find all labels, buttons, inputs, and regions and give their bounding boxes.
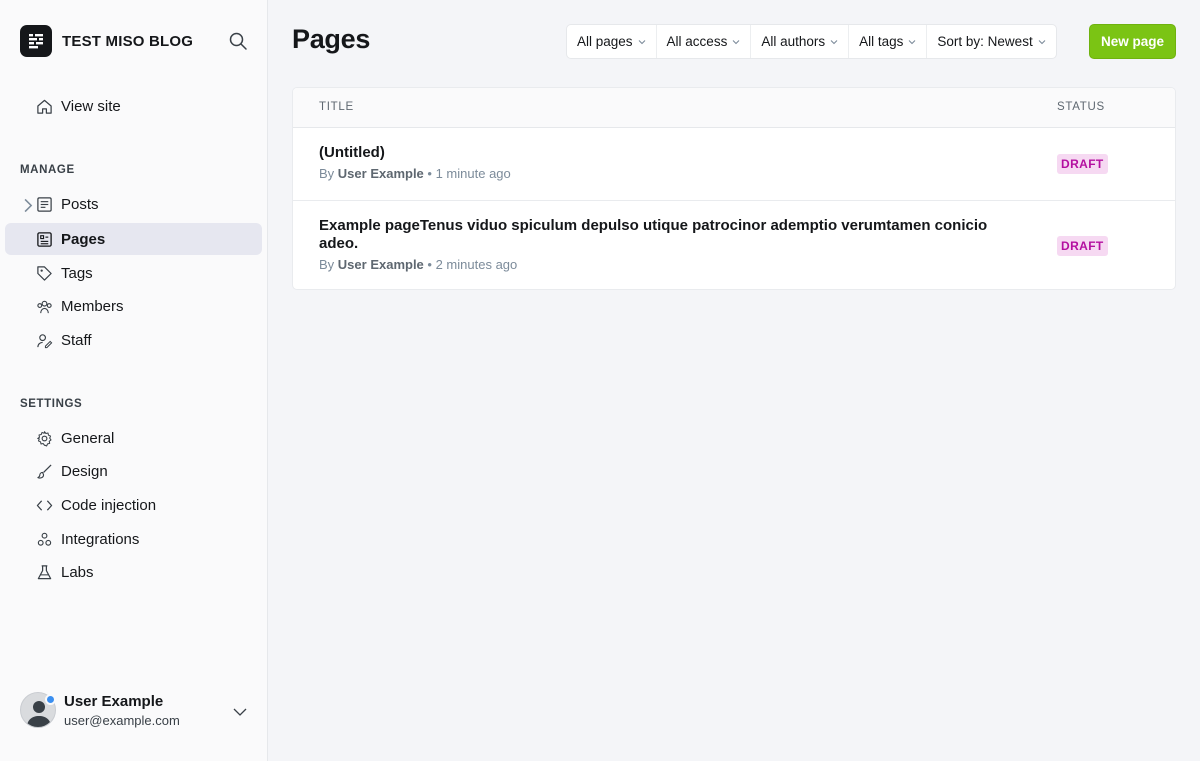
- sidebar-item-label: Design: [61, 462, 108, 480]
- sidebar-item-label: Integrations: [61, 530, 140, 548]
- chevron-right-icon[interactable]: [19, 197, 36, 214]
- sidebar-item-code-injection[interactable]: Code injection: [5, 489, 262, 521]
- sidebar-item-label: Members: [61, 297, 124, 315]
- chevron-down-icon: [1038, 39, 1046, 44]
- filter-tags-dropdown[interactable]: All tags: [849, 25, 928, 58]
- meta-time: 1 minute ago: [435, 166, 511, 181]
- sidebar-item-labs[interactable]: Labs: [5, 556, 262, 588]
- page-title-link[interactable]: Example pageTenus viduo spiculum depulso…: [319, 217, 1019, 253]
- integrations-icon: [37, 532, 52, 546]
- table-row[interactable]: (Untitled) By User Example • 1 minute ag…: [293, 128, 1175, 200]
- manage-section-label: MANAGE: [20, 164, 75, 176]
- tag-icon: [37, 265, 52, 281]
- table-row[interactable]: Example pageTenus viduo spiculum depulso…: [293, 200, 1175, 289]
- column-header-title: TITLE: [319, 101, 354, 113]
- meta-by: By: [319, 166, 335, 181]
- meta-time: 2 minutes ago: [435, 257, 518, 272]
- flask-icon: [37, 564, 52, 579]
- filter-bar: All pages All access All authors All tag…: [566, 24, 1057, 59]
- user-email: user@example.com: [64, 712, 180, 728]
- chevron-down-icon: [638, 39, 645, 44]
- pages-table: TITLE STATUS (Untitled) By User Example …: [292, 87, 1176, 290]
- meta-author: User Example: [337, 257, 424, 272]
- user-menu[interactable]: User Example user@example.com: [20, 692, 250, 728]
- members-icon: [37, 300, 52, 313]
- filter-label: All tags: [859, 34, 904, 49]
- status-badge: DRAFT: [1057, 154, 1108, 174]
- meta-author: User Example: [337, 166, 424, 181]
- sidebar-item-label: Code injection: [61, 496, 157, 514]
- gear-icon: [37, 430, 52, 446]
- column-header-status: STATUS: [1057, 101, 1105, 113]
- page-title-link[interactable]: (Untitled): [319, 144, 1019, 162]
- filter-authors-dropdown[interactable]: All authors: [751, 25, 850, 58]
- filter-label: All pages: [577, 34, 633, 49]
- settings-section-label: SETTINGS: [20, 398, 83, 410]
- sidebar: TEST MISO BLOG View site MANAGE Posts Pa…: [0, 0, 268, 761]
- sidebar-item-label: Tags: [61, 264, 93, 282]
- filter-label: All authors: [761, 34, 826, 49]
- sidebar-item-integrations[interactable]: Integrations: [5, 523, 262, 555]
- filter-access-dropdown[interactable]: All access: [657, 25, 752, 58]
- nav-view-site-label: View site: [61, 97, 121, 115]
- sidebar-item-label: Labs: [61, 563, 94, 581]
- filter-label: All access: [666, 34, 728, 49]
- status-dot: [45, 694, 56, 705]
- brand-name: TEST MISO BLOG: [62, 32, 194, 50]
- filter-label: Sort by: Newest: [937, 34, 1033, 49]
- brand[interactable]: TEST MISO BLOG: [20, 25, 193, 57]
- brush-icon: [37, 463, 52, 479]
- nav-view-site[interactable]: View site: [5, 90, 262, 122]
- posts-icon: [37, 196, 52, 212]
- sidebar-item-pages[interactable]: Pages: [5, 223, 262, 255]
- sidebar-item-design[interactable]: Design: [5, 455, 262, 487]
- staff-icon: [37, 333, 53, 348]
- sidebar-item-label: Posts: [61, 195, 99, 213]
- sidebar-item-label: Staff: [61, 331, 92, 349]
- filter-pages-dropdown[interactable]: All pages: [567, 25, 657, 58]
- brand-logo-icon: [20, 25, 52, 57]
- home-icon: [37, 99, 52, 114]
- chevron-down-icon: [732, 39, 740, 44]
- status-badge: DRAFT: [1057, 236, 1108, 256]
- sidebar-item-tags[interactable]: Tags: [5, 257, 262, 289]
- page-meta: By User Example • 1 minute ago: [319, 166, 511, 181]
- user-name: User Example: [64, 692, 164, 710]
- page-title: Pages: [292, 24, 371, 54]
- sidebar-item-posts[interactable]: Posts: [5, 188, 262, 220]
- meta-separator: •: [427, 257, 436, 272]
- meta-separator: •: [427, 166, 436, 181]
- sidebar-item-label: General: [61, 429, 115, 447]
- new-page-button[interactable]: New page: [1089, 24, 1176, 59]
- sort-dropdown[interactable]: Sort by: Newest: [927, 25, 1055, 58]
- sidebar-item-members[interactable]: Members: [5, 290, 262, 322]
- meta-by: By: [319, 257, 335, 272]
- sidebar-item-staff[interactable]: Staff: [5, 324, 262, 356]
- sidebar-item-general[interactable]: General: [5, 422, 262, 454]
- chevron-down-icon[interactable]: [232, 704, 248, 720]
- page-meta: By User Example • 2 minutes ago: [319, 257, 517, 272]
- pages-icon: [37, 231, 52, 247]
- search-icon[interactable]: [228, 31, 248, 51]
- chevron-down-icon: [909, 39, 916, 44]
- chevron-down-icon: [830, 39, 838, 44]
- table-header: TITLE STATUS: [293, 88, 1175, 128]
- sidebar-item-label: Pages: [61, 230, 106, 248]
- code-icon: [36, 499, 53, 511]
